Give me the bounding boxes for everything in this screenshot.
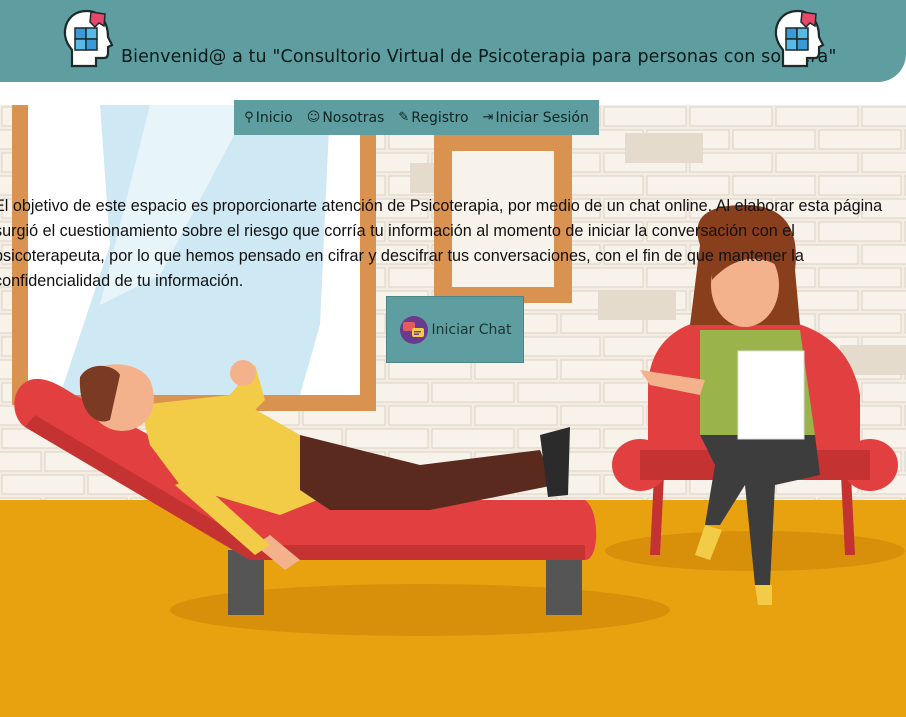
login-icon: ⇥ bbox=[482, 110, 494, 125]
intro-text: El objetivo de este espacio es proporcio… bbox=[0, 194, 906, 294]
nav-item-registro[interactable]: ✎ Registro bbox=[398, 110, 468, 126]
start-chat-button[interactable]: Iniciar Chat bbox=[386, 296, 524, 363]
intro-line: El objetivo de este espacio es proporcio… bbox=[0, 197, 883, 215]
intro-line: confidencialidad de tu información. bbox=[0, 272, 244, 290]
head-puzzle-icon bbox=[63, 9, 114, 68]
home-icon: ⚲ bbox=[244, 110, 254, 125]
nav-item-iniciar-sesion[interactable]: ⇥ Iniciar Sesión bbox=[483, 110, 589, 126]
nav-item-nosotras[interactable]: ☺ Nosotras bbox=[307, 110, 385, 126]
users-icon: ☺ bbox=[306, 110, 321, 125]
nav-item-inicio[interactable]: ⚲ Inicio bbox=[244, 110, 293, 126]
register-icon: ✎ bbox=[398, 110, 410, 125]
intro-line: psicoterapeuta, por lo que hemos pensado… bbox=[0, 247, 804, 265]
nav-item-label: Nosotras bbox=[322, 109, 385, 126]
nav-item-label: Registro bbox=[411, 109, 469, 126]
head-puzzle-icon bbox=[774, 9, 825, 68]
chat-bubbles-icon bbox=[399, 315, 428, 344]
nav-item-label: Inicio bbox=[255, 109, 293, 126]
main-nav: ⚲ Inicio ☺ Nosotras ✎ Registro ⇥ Iniciar… bbox=[234, 100, 599, 135]
intro-line: surgió el cuestionamiento sobre el riesg… bbox=[0, 222, 795, 240]
start-chat-label: Iniciar Chat bbox=[431, 321, 512, 338]
page-title: Bienvenid@ a tu "Consultorio Virtual de … bbox=[121, 47, 837, 67]
nav-item-label: Iniciar Sesión bbox=[495, 109, 589, 126]
page-header: Bienvenid@ a tu "Consultorio Virtual de … bbox=[0, 0, 906, 82]
